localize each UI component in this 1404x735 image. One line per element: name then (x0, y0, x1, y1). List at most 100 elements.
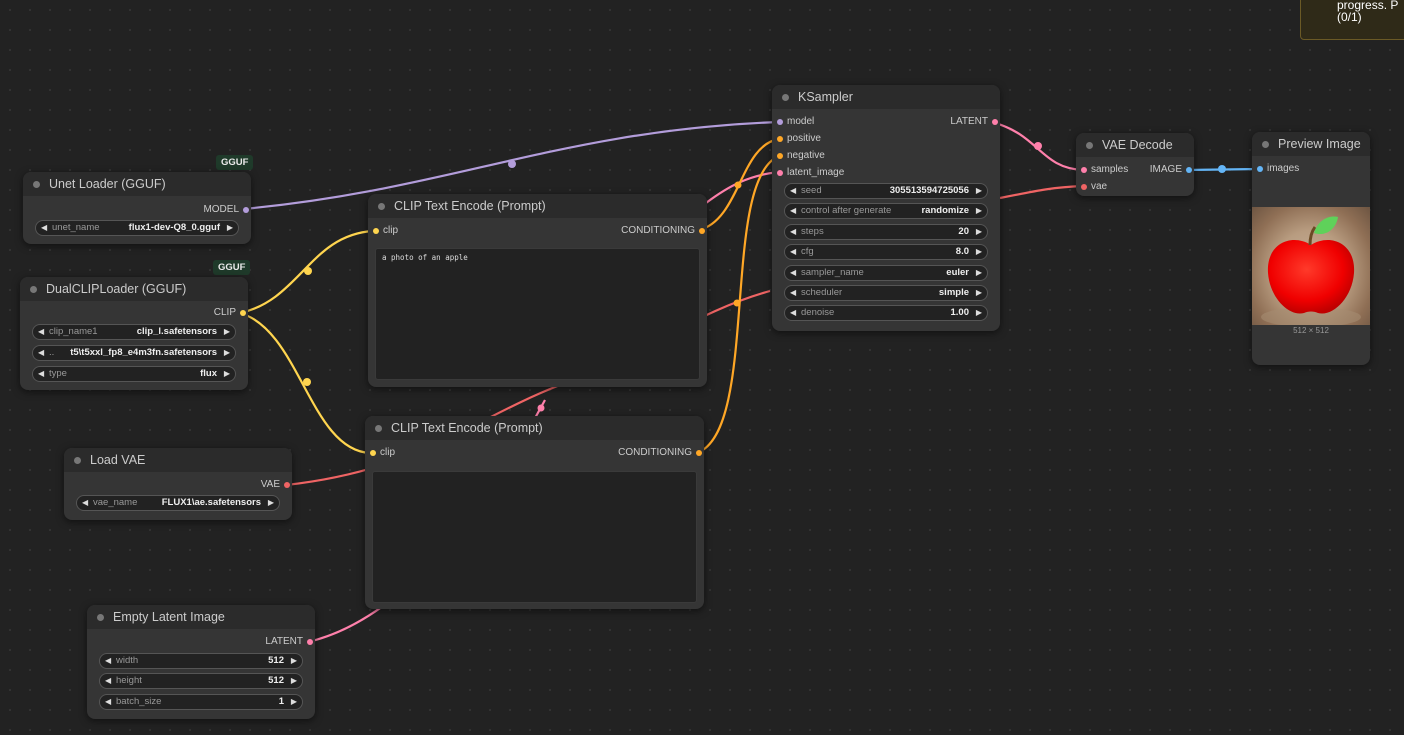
collapse-dot-icon[interactable] (1262, 141, 1269, 148)
collapse-dot-icon[interactable] (1086, 142, 1093, 149)
node-preview-image[interactable]: Preview Image images 512 × 512 (1252, 132, 1370, 365)
arrow-right-icon[interactable]: ▶ (976, 245, 982, 259)
arrow-right-icon[interactable]: ▶ (976, 266, 982, 280)
arrow-left-icon[interactable]: ◀ (38, 367, 44, 381)
node-clip-text-encode-positive[interactable]: CLIP Text Encode (Prompt) clip CONDITION… (368, 194, 707, 387)
arrow-right-icon[interactable]: ▶ (291, 654, 297, 668)
arrow-left-icon[interactable]: ◀ (105, 674, 111, 688)
arrow-right-icon[interactable]: ▶ (291, 695, 297, 709)
arrow-left-icon[interactable]: ◀ (105, 695, 111, 709)
widget-control-after-generate[interactable]: ◀ control after generate randomize ▶ (784, 203, 988, 219)
node-title[interactable]: Unet Loader (GGUF) (23, 172, 251, 196)
arrow-left-icon[interactable]: ◀ (790, 225, 796, 239)
widget-width[interactable]: ◀ width 512 ▶ (99, 653, 303, 669)
latent-socket-icon[interactable] (992, 119, 998, 125)
output-vae[interactable]: VAE (261, 478, 292, 492)
widget-vae-name[interactable]: ◀ vae_name FLUX1\ae.safetensors ▶ (76, 495, 280, 511)
widget-clip-name2[interactable]: ◀ .. t5\t5xxl_fp8_e4m3fn.safetensors ▶ (32, 345, 236, 361)
arrow-left-icon[interactable]: ◀ (790, 204, 796, 218)
widget-height[interactable]: ◀ height 512 ▶ (99, 673, 303, 689)
prompt-textarea[interactable] (372, 471, 697, 603)
collapse-dot-icon[interactable] (378, 203, 385, 210)
clip-socket-icon[interactable] (373, 228, 379, 234)
input-samples[interactable]: samples (1079, 163, 1128, 177)
arrow-right-icon[interactable]: ▶ (976, 286, 982, 300)
arrow-right-icon[interactable]: ▶ (976, 204, 982, 218)
widget-scheduler[interactable]: ◀ scheduler simple ▶ (784, 285, 988, 301)
arrow-right-icon[interactable]: ▶ (224, 367, 230, 381)
arrow-left-icon[interactable]: ◀ (41, 221, 47, 235)
model-socket-icon[interactable] (243, 207, 249, 213)
arrow-right-icon[interactable]: ▶ (268, 496, 274, 510)
node-title[interactable]: Preview Image (1252, 132, 1370, 156)
arrow-left-icon[interactable]: ◀ (790, 286, 796, 300)
input-negative[interactable]: negative (775, 149, 825, 163)
input-vae[interactable]: vae (1079, 180, 1107, 194)
output-image[interactable]: IMAGE (1150, 163, 1194, 177)
node-vae-decode[interactable]: VAE Decode samples IMAGE vae (1076, 133, 1194, 196)
output-conditioning[interactable]: CONDITIONING (618, 446, 704, 460)
vae-socket-icon[interactable] (1081, 184, 1087, 190)
input-positive[interactable]: positive (775, 132, 821, 146)
arrow-right-icon[interactable]: ▶ (291, 674, 297, 688)
arrow-left-icon[interactable]: ◀ (38, 325, 44, 339)
widget-denoise[interactable]: ◀ denoise 1.00 ▶ (784, 305, 988, 321)
arrow-left-icon[interactable]: ◀ (82, 496, 88, 510)
node-load-vae[interactable]: Load VAE VAE ◀ vae_name FLUX1\ae.safeten… (64, 448, 292, 520)
prompt-textarea[interactable]: a photo of an apple (375, 248, 700, 380)
node-empty-latent-image[interactable]: Empty Latent Image LATENT ◀ width 512 ▶ … (87, 605, 315, 719)
widget-clip-name1[interactable]: ◀ clip_name1 clip_l.safetensors ▶ (32, 324, 236, 340)
arrow-right-icon[interactable]: ▶ (224, 325, 230, 339)
latent-socket-icon[interactable] (777, 170, 783, 176)
collapse-dot-icon[interactable] (30, 286, 37, 293)
preview-output-image[interactable] (1252, 207, 1370, 325)
arrow-right-icon[interactable]: ▶ (224, 346, 230, 360)
node-clip-text-encode-negative[interactable]: CLIP Text Encode (Prompt) clip CONDITION… (365, 416, 704, 609)
input-clip[interactable]: clip (368, 446, 395, 460)
conditioning-socket-icon[interactable] (699, 228, 705, 234)
clip-socket-icon[interactable] (240, 310, 246, 316)
output-latent[interactable]: LATENT (265, 635, 315, 649)
input-images[interactable]: images (1255, 162, 1299, 176)
latent-socket-icon[interactable] (1081, 167, 1087, 173)
arrow-left-icon[interactable]: ◀ (790, 306, 796, 320)
node-title[interactable]: Empty Latent Image (87, 605, 315, 629)
widget-sampler-name[interactable]: ◀ sampler_name euler ▶ (784, 265, 988, 281)
conditioning-socket-icon[interactable] (777, 153, 783, 159)
arrow-left-icon[interactable]: ◀ (105, 654, 111, 668)
input-model[interactable]: model (775, 115, 814, 129)
model-socket-icon[interactable] (777, 119, 783, 125)
input-latent-image[interactable]: latent_image (775, 166, 844, 180)
node-title[interactable]: KSampler (772, 85, 1000, 109)
node-title[interactable]: CLIP Text Encode (Prompt) (365, 416, 704, 440)
widget-seed[interactable]: ◀ seed 305513594725056 ▶ (784, 183, 988, 199)
image-socket-icon[interactable] (1257, 166, 1263, 172)
output-conditioning[interactable]: CONDITIONING (621, 224, 707, 238)
node-title[interactable]: DualCLIPLoader (GGUF) (20, 277, 248, 301)
output-latent[interactable]: LATENT (950, 115, 1000, 129)
arrow-left-icon[interactable]: ◀ (790, 266, 796, 280)
arrow-right-icon[interactable]: ▶ (227, 221, 233, 235)
node-title[interactable]: VAE Decode (1076, 133, 1194, 157)
arrow-left-icon[interactable]: ◀ (38, 346, 44, 360)
arrow-left-icon[interactable]: ◀ (790, 184, 796, 198)
output-model[interactable]: MODEL (203, 203, 251, 217)
collapse-dot-icon[interactable] (375, 425, 382, 432)
latent-socket-icon[interactable] (307, 639, 313, 645)
arrow-right-icon[interactable]: ▶ (976, 184, 982, 198)
arrow-right-icon[interactable]: ▶ (976, 225, 982, 239)
arrow-right-icon[interactable]: ▶ (976, 306, 982, 320)
node-title[interactable]: CLIP Text Encode (Prompt) (368, 194, 707, 218)
vae-socket-icon[interactable] (284, 482, 290, 488)
widget-unet-name[interactable]: ◀ unet_name flux1-dev-Q8_0.gguf ▶ (35, 220, 239, 236)
collapse-dot-icon[interactable] (782, 94, 789, 101)
widget-cfg[interactable]: ◀ cfg 8.0 ▶ (784, 244, 988, 260)
arrow-left-icon[interactable]: ◀ (790, 245, 796, 259)
conditioning-socket-icon[interactable] (777, 136, 783, 142)
clip-socket-icon[interactable] (370, 450, 376, 456)
input-clip[interactable]: clip (371, 224, 398, 238)
collapse-dot-icon[interactable] (33, 181, 40, 188)
conditioning-socket-icon[interactable] (696, 450, 702, 456)
node-unet-loader[interactable]: Unet Loader (GGUF) MODEL ◀ unet_name flu… (23, 172, 251, 244)
output-clip[interactable]: CLIP (214, 306, 248, 320)
